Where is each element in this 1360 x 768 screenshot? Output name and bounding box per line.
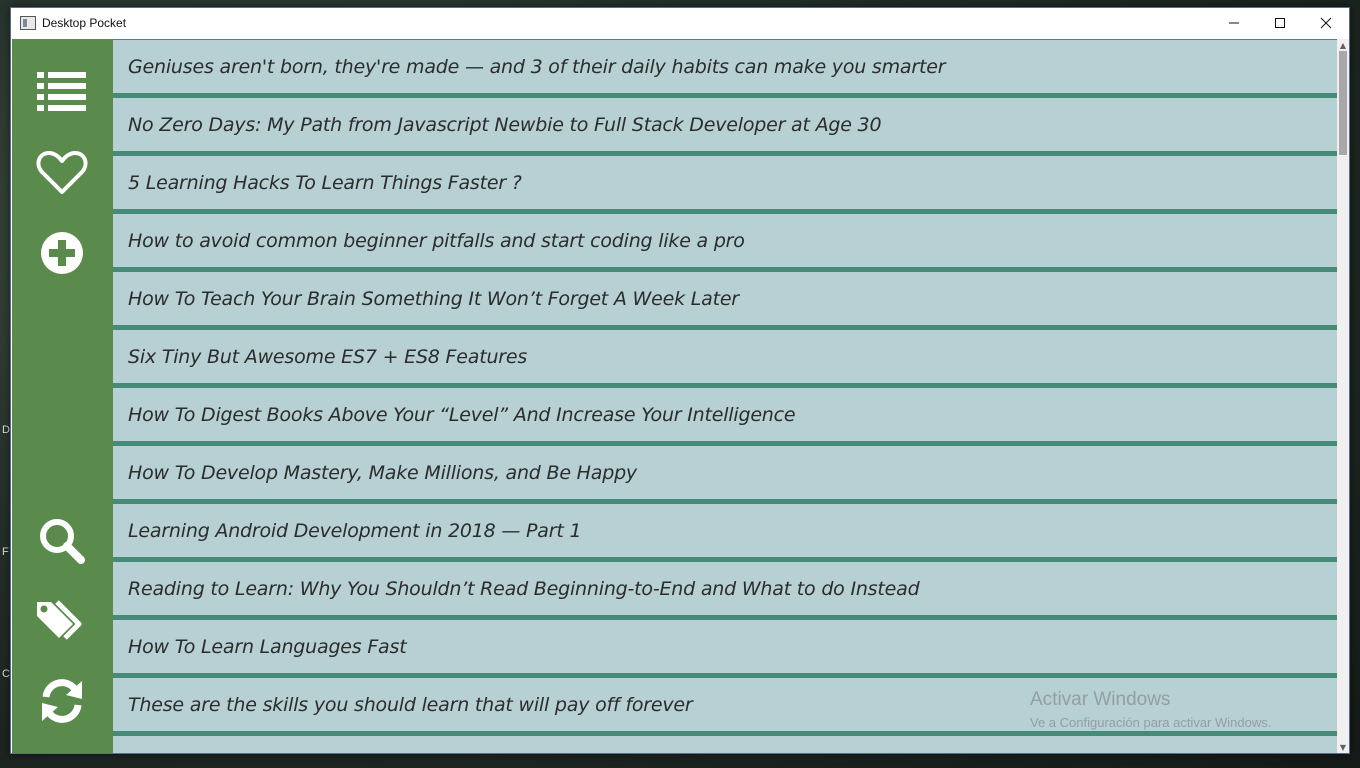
- article-title: How To Develop Mastery, Make Millions, a…: [128, 461, 637, 484]
- maximize-icon: [1275, 18, 1285, 28]
- watermark-title: Activar Windows: [1030, 689, 1171, 710]
- favorites-button[interactable]: [34, 145, 90, 201]
- article-title: Learning Android Development in 2018 — P…: [128, 519, 582, 542]
- watermark-subtitle: Ve a Configuración para activar Windows.: [1030, 715, 1272, 730]
- maximize-button[interactable]: [1257, 8, 1303, 38]
- article-title: Six Tiny But Awesome ES7 + ES8 Features: [128, 345, 528, 368]
- scroll-thumb[interactable]: [1339, 51, 1347, 155]
- tags-button[interactable]: [34, 593, 90, 649]
- minimize-icon: [1229, 22, 1239, 24]
- article-title: These are the skills you should learn th…: [128, 693, 693, 716]
- article-title: Reading to Learn: Why You Shouldn’t Read…: [128, 577, 920, 600]
- list-item[interactable]: Six Tiny But Awesome ES7 + ES8 Features: [113, 330, 1337, 383]
- app-icon: [20, 16, 36, 30]
- list-item[interactable]: Geniuses aren't born, they're made — and…: [113, 40, 1337, 93]
- vertical-scrollbar[interactable]: ▲ ▼: [1337, 39, 1349, 753]
- search-button[interactable]: [34, 513, 90, 569]
- list-item[interactable]: How to avoid common beginner pitfalls an…: [113, 214, 1337, 267]
- app-content: Geniuses aren't born, they're made — and…: [12, 39, 1349, 753]
- list-item[interactable]: How To Learn Languages Fast: [113, 620, 1337, 673]
- close-icon: [1320, 17, 1332, 29]
- close-button[interactable]: [1303, 8, 1349, 38]
- window-controls: [1211, 8, 1349, 38]
- add-circle-icon: [41, 232, 83, 274]
- desktop-fragment: C: [2, 668, 10, 680]
- article-title: How To Learn Languages Fast: [128, 635, 407, 658]
- list-icon: [37, 72, 86, 111]
- article-title: No Zero Days: My Path from Javascript Ne…: [128, 113, 882, 136]
- add-button[interactable]: [34, 225, 90, 281]
- scroll-up-icon[interactable]: ▲: [1337, 39, 1349, 51]
- list-item[interactable]: Reading to Learn: Why You Shouldn’t Read…: [113, 562, 1337, 615]
- desktop-fragment: D: [2, 424, 10, 436]
- list-item[interactable]: [113, 736, 1337, 753]
- list-item[interactable]: How To Teach Your Brain Something It Won…: [113, 272, 1337, 325]
- tags-icon: [37, 600, 82, 640]
- app-window: Desktop Pocket Geniuses aren't born, the…: [10, 7, 1350, 754]
- activation-watermark: Activar Windows Ve a Configuración para …: [1030, 689, 1271, 730]
- list-item[interactable]: How To Digest Books Above Your “Level” A…: [113, 388, 1337, 441]
- refresh-button[interactable]: [34, 673, 90, 729]
- list-item[interactable]: Learning Android Development in 2018 — P…: [113, 504, 1337, 557]
- article-title: How To Digest Books Above Your “Level” A…: [128, 403, 796, 426]
- article-title: 5 Learning Hacks To Learn Things Faster …: [128, 171, 522, 194]
- title-bar[interactable]: Desktop Pocket: [11, 8, 1349, 38]
- refresh-icon: [42, 679, 82, 723]
- window-title: Desktop Pocket: [42, 16, 127, 30]
- list-button[interactable]: [34, 64, 90, 120]
- heart-icon: [36, 151, 88, 194]
- article-title: How to avoid common beginner pitfalls an…: [128, 229, 745, 252]
- sidebar: [12, 39, 112, 753]
- article-list[interactable]: Geniuses aren't born, they're made — and…: [113, 39, 1337, 753]
- list-item[interactable]: 5 Learning Hacks To Learn Things Faster …: [113, 156, 1337, 209]
- list-item[interactable]: How To Develop Mastery, Make Millions, a…: [113, 446, 1337, 499]
- list-item[interactable]: No Zero Days: My Path from Javascript Ne…: [113, 98, 1337, 151]
- article-title: How To Teach Your Brain Something It Won…: [128, 287, 739, 310]
- article-title: Geniuses aren't born, they're made — and…: [128, 55, 946, 78]
- minimize-button[interactable]: [1211, 8, 1257, 38]
- scroll-down-icon[interactable]: ▼: [1337, 741, 1349, 753]
- desktop-fragment: F: [2, 546, 9, 558]
- search-icon: [40, 519, 85, 564]
